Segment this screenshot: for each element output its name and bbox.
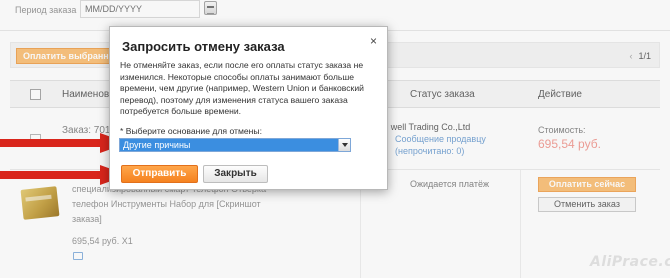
chevron-down-icon[interactable] [338, 139, 350, 151]
reason-selected-value: Другие причины [123, 140, 191, 150]
submit-button[interactable]: Отправить [121, 165, 198, 183]
cancel-order-dialog: Запросить отмену заказа × Не отменяйте з… [109, 26, 388, 190]
dialog-title: Запросить отмену заказа [122, 39, 285, 54]
dialog-description: Не отменяйте заказ, если после его оплат… [120, 60, 364, 116]
reason-label: * Выберите основание для отмены: [120, 126, 262, 136]
close-icon[interactable]: × [370, 35, 377, 47]
close-button[interactable]: Закрыть [203, 165, 268, 183]
reason-select[interactable]: Другие причины [119, 138, 351, 152]
